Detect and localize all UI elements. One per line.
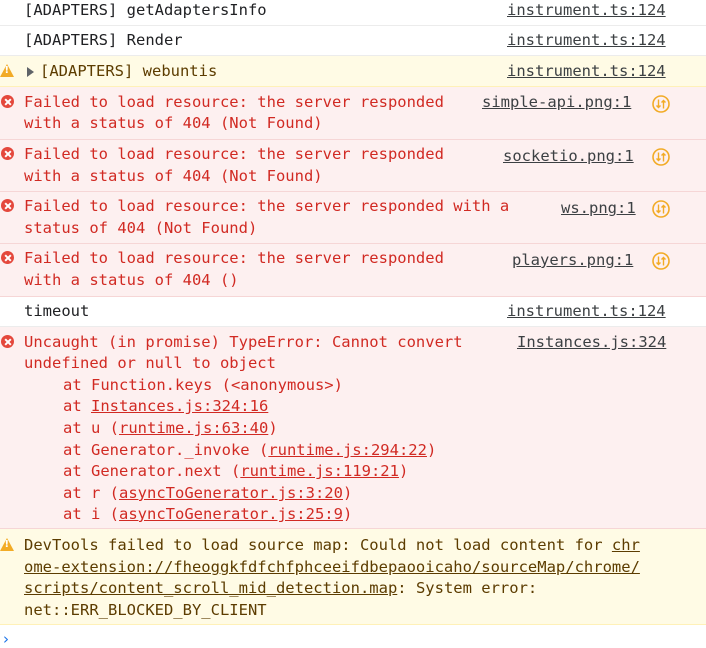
source-link[interactable]: simple-api.png:1 (482, 92, 631, 114)
source-map-link[interactable]: scripts/content_scroll_mid_detection.map (24, 579, 397, 597)
stack-frame-link[interactable]: Instances.js:324:16 (91, 397, 268, 415)
stack-frame-link[interactable]: asyncToGenerator.js:3:20 (119, 484, 343, 502)
console-row-error: Failed to load resource: the server resp… (0, 140, 706, 192)
stack-frame: at Generator._invoke (runtime.js:294:22) (63, 441, 437, 459)
stack-frame-link[interactable]: runtime.js:63:40 (119, 419, 268, 437)
error-icon (1, 199, 14, 212)
stack-frame: at Generator.next (runtime.js:119:21) (63, 462, 409, 480)
error-message-line: Failed to load resource: the server resp… (24, 197, 510, 215)
source-link[interactable]: instrument.ts:124 (507, 301, 666, 323)
source-link[interactable]: instrument.ts:124 (507, 0, 666, 22)
console-row-error-stack: Uncaught (in promise) TypeError: Cannot … (0, 327, 706, 529)
log-message: [ADAPTERS] Render (24, 31, 183, 49)
error-message-line: Failed to load resource: the server resp… (24, 145, 444, 163)
error-message-line: with a status of 404 () (24, 271, 239, 289)
error-icon (1, 95, 14, 108)
error-message-line: Uncaught (in promise) TypeError: Cannot … (24, 333, 463, 351)
error-message-line: Failed to load resource: the server resp… (24, 249, 444, 267)
source-link[interactable]: players.png:1 (512, 250, 633, 272)
console-prompt-icon[interactable]: › (3, 630, 9, 648)
error-message-line: undefined or null to object (24, 354, 276, 372)
warning-message-line: scripts/content_scroll_mid_detection.map… (24, 579, 538, 597)
network-request-icon[interactable] (652, 95, 670, 113)
warning-icon (0, 64, 14, 77)
warning-icon (0, 538, 14, 551)
warning-message-line: DevTools failed to load source map: Coul… (24, 536, 640, 554)
stack-frame-link[interactable]: runtime.js:294:22 (268, 441, 427, 459)
console-row-log: timeout instrument.ts:124 (0, 297, 706, 327)
error-message-line: with a status of 404 (Not Found) (24, 167, 323, 185)
warning-message-line: net::ERR_BLOCKED_BY_CLIENT (24, 601, 267, 619)
error-message-line: with a status of 404 (Not Found) (24, 114, 323, 132)
error-icon (1, 251, 14, 264)
stack-frame-link[interactable]: asyncToGenerator.js:25:9 (119, 505, 343, 523)
source-link[interactable]: instrument.ts:124 (507, 61, 666, 83)
stack-frame: at r (asyncToGenerator.js:3:20) (63, 484, 353, 502)
warning-message-line: ome-extension://fheoggkfdfchfphceeifdbep… (24, 557, 640, 579)
console-row-error: Failed to load resource: the server resp… (0, 87, 706, 140)
console-row-error: Failed to load resource: the server resp… (0, 244, 706, 297)
source-map-link[interactable]: chr (612, 536, 640, 554)
stack-frame: at i (asyncToGenerator.js:25:9) (63, 505, 353, 523)
console-row-log: [ADAPTERS] getAdaptersInfo instrument.ts… (0, 0, 706, 26)
console-row-warning: [ADAPTERS] webuntis instrument.ts:124 (0, 56, 706, 87)
log-message: [ADAPTERS] webuntis (40, 62, 218, 80)
stack-frame: at Function.keys (<anonymous>) (63, 376, 343, 394)
stack-frame-link[interactable]: runtime.js:119:21 (240, 462, 399, 480)
error-message-line: Failed to load resource: the server resp… (24, 93, 444, 111)
network-request-icon[interactable] (652, 200, 670, 218)
console-row-warning: DevTools failed to load source map: Coul… (0, 529, 706, 625)
stack-frame: at u (runtime.js:63:40) (63, 419, 278, 437)
console-row-log: [ADAPTERS] Render instrument.ts:124 (0, 26, 706, 56)
error-icon (1, 335, 14, 348)
source-link[interactable]: instrument.ts:124 (507, 30, 666, 52)
expand-triangle-icon[interactable] (27, 67, 34, 77)
source-link[interactable]: socketio.png:1 (503, 146, 634, 168)
source-link[interactable]: ws.png:1 (561, 198, 636, 220)
source-map-link[interactable]: ome-extension://fheoggkfdfchfphceeifdbep… (24, 558, 640, 576)
stack-frame: at Instances.js:324:16 (63, 397, 269, 415)
network-request-icon[interactable] (652, 252, 670, 270)
network-request-icon[interactable] (652, 148, 670, 166)
log-message: timeout (24, 302, 90, 320)
console-row-error: Failed to load resource: the server resp… (0, 192, 706, 244)
error-icon (1, 147, 14, 160)
source-link[interactable]: Instances.js:324 (517, 332, 666, 354)
log-message: [ADAPTERS] getAdaptersInfo (24, 1, 267, 19)
error-message-line: status of 404 (Not Found) (24, 219, 258, 237)
